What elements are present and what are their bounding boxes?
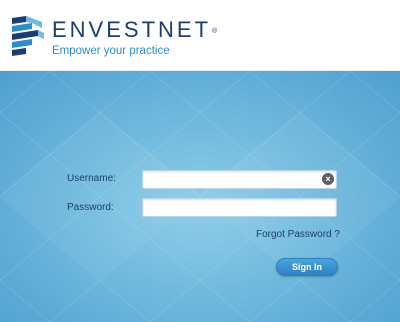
brand-tagline: Empower your practice	[52, 45, 170, 57]
sign-in-button[interactable]: Sign In	[276, 258, 338, 276]
username-input[interactable]	[142, 170, 337, 189]
diamond-pattern-background	[0, 71, 400, 322]
envestnet-logo-icon	[12, 16, 44, 56]
trademark-symbol: ®	[212, 28, 218, 35]
brand-name: ENVESTNET®	[52, 17, 218, 42]
password-label: Password:	[67, 202, 114, 213]
header: ENVESTNET® Empower your practice	[0, 0, 400, 71]
forgot-password-link[interactable]: Forgot Password ?	[256, 229, 340, 241]
login-area: Username: × Password: Forgot Password ? …	[0, 71, 400, 322]
clear-username-icon[interactable]: ×	[322, 173, 334, 185]
login-page: ENVESTNET® Empower your practice Usernam…	[0, 0, 400, 322]
username-label: Username:	[67, 173, 116, 184]
password-input[interactable]	[142, 198, 337, 217]
